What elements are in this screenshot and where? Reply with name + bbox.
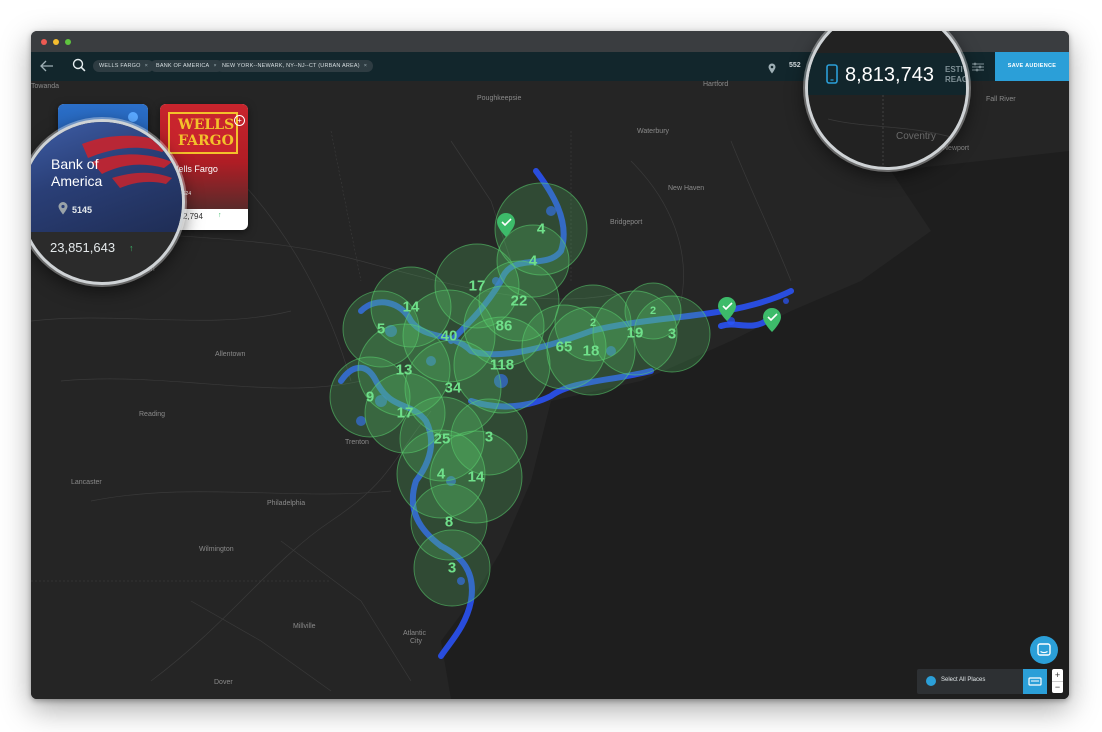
cluster-count[interactable]: 17 [397,405,414,422]
place-label-lancaster: Lancaster [71,479,102,486]
cluster-count[interactable]: 65 [556,339,573,356]
zoom-in-button[interactable]: + [1052,669,1063,681]
cluster-count[interactable]: 19 [627,325,644,342]
chip-close-icon[interactable]: × [364,63,367,69]
trend-up-icon: ↑ [129,243,134,253]
logo-text: FARGO [178,133,234,149]
place-label-atlantic: Atlantic [403,630,426,637]
magnified-title-line2: America [51,173,103,189]
logo-text: WELLS [178,117,235,133]
search-icon[interactable] [72,58,86,77]
place-label-trenton: Trenton [345,439,369,446]
save-audience-button[interactable]: SAVE AUDIENCE [995,52,1069,81]
cluster-count[interactable]: 86 [496,318,513,335]
place-label-dover: Dover [214,679,233,686]
app-window: WELLS FARGO× BANK OF AMERICA× NEW YORK--… [31,31,1069,699]
cluster-count[interactable]: 8 [445,514,453,531]
place-label-wilmington: Wilmington [199,546,234,553]
location-pin-icon [58,202,68,220]
cluster-count[interactable]: 13 [396,362,413,379]
place-label-allentown: Allentown [215,351,246,358]
cluster-count[interactable]: 4 [537,221,545,238]
place-label-reading: Reading [139,411,166,418]
close-window-dot[interactable] [41,39,47,45]
chip-close-icon[interactable]: × [145,63,148,69]
chip-label: WELLS FARGO [99,63,141,69]
place-label-philadelphia: Philadelphia [267,500,306,507]
zoom-out-button[interactable]: − [1052,681,1063,694]
magnified-title-line1: Bank of [51,156,99,172]
minimize-window-dot[interactable] [53,39,59,45]
cluster-count[interactable]: 3 [448,560,456,577]
audience-reach-magnifier: 8,813,743 ESTI REAC Coventry [805,31,969,170]
cluster-count[interactable]: 17 [469,278,486,295]
cluster-count[interactable]: 2 [590,317,596,329]
places-count: 552 [789,62,801,69]
cluster-count[interactable]: 14 [468,469,485,486]
cluster-count[interactable]: 2 [650,305,656,317]
cluster-count[interactable]: 34 [445,380,462,397]
location-pin-icon [768,61,776,79]
place-label-poughkeepsie: Poughkeepsie [477,95,522,102]
filter-chip-wells-fargo[interactable]: WELLS FARGO × [93,60,155,72]
place-label-city: City [410,638,423,645]
place-label-towanda: Towanda [31,83,60,90]
place-label-hartford: Hartford [703,81,729,88]
cluster-count[interactable]: 14 [403,299,420,316]
magnified-map-lines [827,95,959,167]
cluster-count[interactable]: 25 [434,431,451,448]
filter-chip-bank-of-america[interactable]: BANK OF AMERICA× [150,60,223,72]
place-label-new-haven: New Haven [668,185,705,192]
cluster-count[interactable]: 5 [377,321,385,338]
filter-sliders-icon[interactable] [971,60,985,78]
place-label-waterbury: Waterbury [637,128,670,135]
zoom-control: + − [1052,669,1063,693]
filter-chip-urban-area[interactable]: NEW YORK--NEWARK, NY--NJ--CT (URBAN AREA… [216,60,374,72]
maximize-window-dot[interactable] [65,39,71,45]
add-icon[interactable]: + [234,115,245,126]
cluster-count[interactable]: 18 [583,343,600,360]
chip-label: NEW YORK--NEWARK, NY--NJ--CT (URBAN AREA… [222,63,360,69]
chip-label: BANK OF AMERICA [156,63,210,69]
select-all-label[interactable]: Select All Places [941,677,985,683]
place-label-fall-river: Fall River [986,96,1016,103]
magnified-places: 5145 [72,205,93,215]
layers-icon [1028,677,1042,686]
place-label-millville: Millville [293,623,316,630]
check-icon [128,112,138,122]
magnified-audience: 23,851,643 [50,240,116,255]
layers-button[interactable] [1023,669,1047,694]
cluster-count[interactable]: 118 [490,357,514,374]
cluster-count[interactable]: 4 [437,466,445,483]
cluster-count[interactable]: 40 [441,328,458,345]
cluster-count[interactable]: 3 [485,429,493,446]
chat-icon [1037,643,1051,656]
cluster-count[interactable]: 4 [529,253,537,270]
chat-button[interactable] [1030,636,1058,664]
cluster-count[interactable]: 9 [366,389,374,406]
select-all-panel: Select All Places [917,669,1047,694]
trend-up-icon: ↑ [218,212,222,219]
cluster-count[interactable]: 22 [511,293,528,310]
place-label-bridgeport: Bridgeport [610,219,643,226]
back-arrow-icon[interactable] [40,59,54,77]
cluster-count[interactable]: 3 [668,326,676,343]
select-all-radio[interactable] [926,676,936,686]
